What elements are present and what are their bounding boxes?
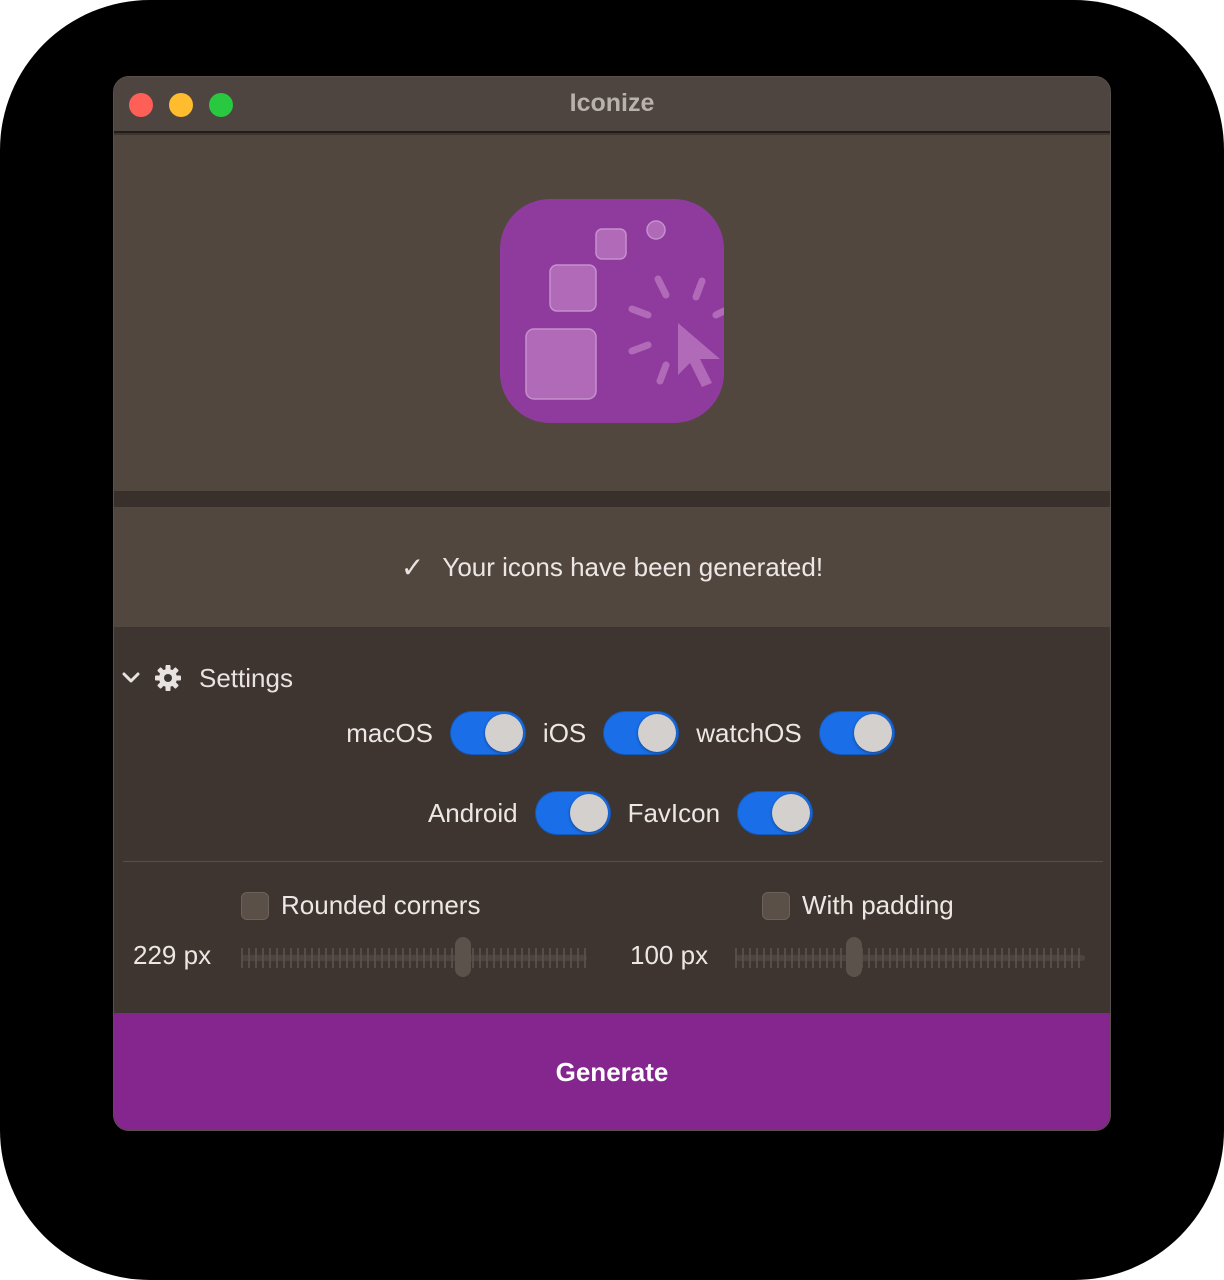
toggle-label-android: Android	[427, 797, 518, 828]
chevron-down-icon[interactable]	[122, 668, 146, 689]
status-message: Your icons have been generated!	[442, 551, 824, 582]
toggle-knob	[853, 714, 892, 752]
favicon-toggle[interactable]	[737, 791, 814, 835]
settings-disclosure[interactable]: Settings	[122, 661, 293, 695]
macos-toggle[interactable]	[449, 711, 526, 755]
window-title: Iconize	[569, 89, 655, 117]
title-bar: Iconize	[114, 77, 1110, 133]
padding-value-label: 100 px	[630, 940, 709, 970]
toggle-label-macos: macOS	[346, 717, 433, 748]
ios-toggle[interactable]	[603, 711, 680, 755]
toggle-knob	[772, 794, 811, 832]
settings-separator	[123, 861, 1103, 862]
size-slider[interactable]	[241, 937, 587, 977]
toggle-knob	[569, 794, 608, 832]
rounded-corners-option: Rounded corners	[241, 890, 480, 921]
toggle-knob	[484, 714, 523, 752]
generate-button[interactable]: Generate	[114, 1013, 1110, 1130]
android-toggle[interactable]	[534, 791, 611, 835]
settings-label: Settings	[199, 662, 293, 693]
icon-preview-area	[114, 135, 1110, 491]
platform-toggles-row-2: Android FavIcon	[114, 791, 1110, 835]
toggle-label-favicon: FavIcon	[627, 797, 721, 828]
slider-ticks	[735, 948, 1085, 968]
rounded-corners-checkbox[interactable]	[241, 891, 269, 920]
toggle-label-watchos: watchOS	[696, 717, 802, 748]
size-slider-thumb[interactable]	[455, 937, 471, 977]
app-window: Iconize ✓ Your icons have been generated…	[113, 76, 1111, 1131]
rounded-corners-label: Rounded corners	[281, 890, 481, 920]
size-value-label: 229 px	[133, 940, 212, 970]
gear-icon	[155, 665, 181, 691]
slider-ticks	[241, 948, 587, 968]
toggle-label-ios: iOS	[542, 717, 587, 748]
platform-toggles-row-1: macOS iOS watchOS	[114, 711, 1110, 755]
with-padding-option: With padding	[762, 890, 954, 921]
status-banner: ✓ Your icons have been generated!	[114, 507, 1110, 627]
watchos-toggle[interactable]	[818, 711, 895, 755]
padding-slider[interactable]	[735, 937, 1085, 977]
with-padding-label: With padding	[802, 890, 954, 920]
checkmark-icon: ✓	[400, 551, 425, 583]
with-padding-checkbox[interactable]	[762, 891, 790, 920]
toggle-knob	[638, 714, 677, 752]
settings-panel: Settings macOS iOS watchOS Android FavIc…	[114, 627, 1110, 1013]
padding-slider-thumb[interactable]	[846, 937, 862, 977]
section-divider	[114, 491, 1110, 507]
app-icon-preview	[500, 199, 724, 423]
